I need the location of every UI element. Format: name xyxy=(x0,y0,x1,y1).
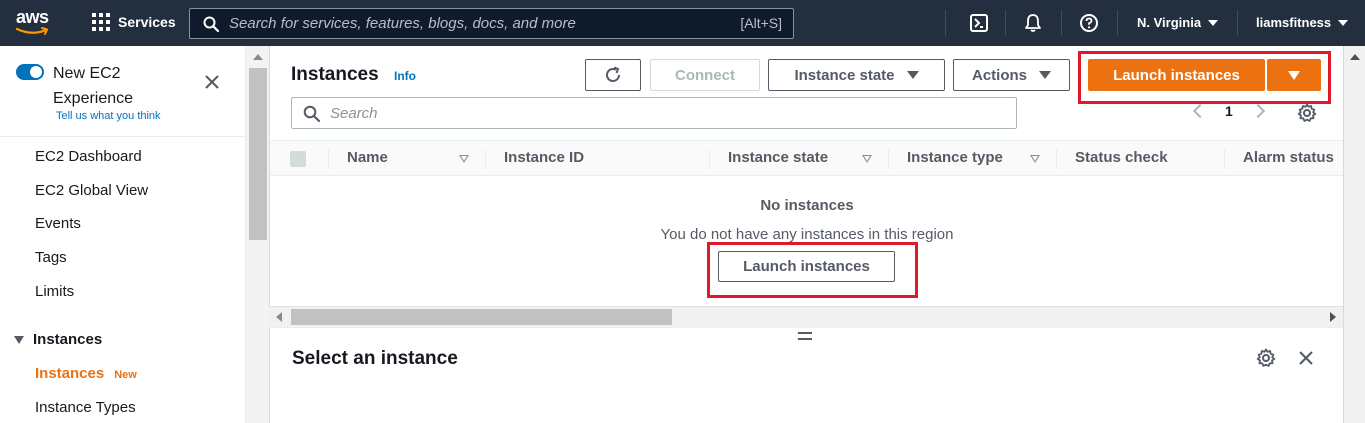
detail-panel-title: Select an instance xyxy=(292,348,458,369)
bell-icon[interactable] xyxy=(1023,13,1043,33)
sidebar-divider xyxy=(0,136,245,137)
column-divider xyxy=(485,149,486,169)
instances-panel: Instances Info Connect Instance state Ac… xyxy=(269,46,1344,306)
scroll-right-icon[interactable] xyxy=(1330,312,1336,322)
aws-logo-text: aws xyxy=(16,7,49,27)
column-header-name[interactable]: Name xyxy=(347,149,388,166)
caret-down-icon xyxy=(1208,19,1219,26)
new-experience-label: New EC2 Experience xyxy=(53,65,134,107)
sidebar-section-instances[interactable]: Instances xyxy=(14,331,102,348)
split-panel-resize-handle[interactable] xyxy=(798,332,812,340)
cloudshell-icon[interactable] xyxy=(969,13,989,33)
table-horizontal-scrollbar[interactable] xyxy=(269,306,1343,326)
grid-icon xyxy=(92,13,110,31)
scrollbar-thumb[interactable] xyxy=(249,68,267,240)
chevron-right-icon[interactable] xyxy=(1250,103,1265,119)
column-header-instance-type[interactable]: Instance type xyxy=(907,149,1003,166)
aws-smile-icon xyxy=(16,27,49,35)
close-icon[interactable] xyxy=(203,73,221,91)
gear-icon[interactable] xyxy=(1256,348,1276,368)
search-icon xyxy=(303,105,320,122)
select-all-checkbox[interactable] xyxy=(290,151,306,167)
services-menu-button[interactable]: Services xyxy=(92,13,176,31)
new-experience-toggle[interactable] xyxy=(16,64,44,80)
chevron-left-icon[interactable] xyxy=(1192,103,1208,119)
sidebar-scrollbar[interactable] xyxy=(245,46,269,423)
help-icon[interactable] xyxy=(1079,13,1099,33)
instances-table-header: Name Instance ID Instance state Instance… xyxy=(270,140,1344,176)
search-shortcut-hint: [Alt+S] xyxy=(740,15,782,31)
nav-divider xyxy=(945,10,946,36)
page-vertical-scrollbar[interactable] xyxy=(1343,46,1365,423)
account-label: liamsfitness xyxy=(1256,15,1332,30)
instance-filter-input[interactable] xyxy=(330,104,980,122)
scroll-up-icon[interactable] xyxy=(253,54,263,60)
column-header-alarm-status[interactable]: Alarm status xyxy=(1243,149,1334,166)
instance-filter[interactable] xyxy=(291,97,1017,129)
scroll-up-icon[interactable] xyxy=(1350,54,1360,60)
caret-down-icon xyxy=(1338,19,1349,26)
instance-detail-panel: Select an instance xyxy=(269,327,1343,423)
sidebar: New EC2 Experience Tell us what you thin… xyxy=(0,46,245,423)
column-divider xyxy=(709,149,710,169)
sidebar-item-tags[interactable]: Tags xyxy=(35,249,67,266)
annotation-highlight-box xyxy=(1078,51,1331,104)
new-badge: New xyxy=(114,369,137,381)
region-selector[interactable]: N. Virginia xyxy=(1137,15,1219,30)
feedback-link[interactable]: Tell us what you think xyxy=(56,110,161,122)
empty-state-title: No instances xyxy=(760,197,854,214)
instance-state-label: Instance state xyxy=(794,66,895,84)
sidebar-item-events[interactable]: Events xyxy=(35,215,81,232)
column-divider xyxy=(1056,149,1057,169)
empty-state-description: You do not have any instances in this re… xyxy=(660,226,954,243)
caret-down-icon xyxy=(906,71,919,79)
instance-state-dropdown[interactable]: Instance state xyxy=(768,59,945,91)
column-header-status-check[interactable]: Status check xyxy=(1075,149,1168,166)
close-icon[interactable] xyxy=(1297,349,1315,367)
column-header-instance-state[interactable]: Instance state xyxy=(728,149,828,166)
column-divider xyxy=(1224,149,1225,169)
connect-button[interactable]: Connect xyxy=(650,59,760,91)
sort-icon[interactable] xyxy=(1030,155,1040,163)
nav-divider xyxy=(1117,10,1118,36)
search-icon xyxy=(203,16,219,32)
actions-dropdown[interactable]: Actions xyxy=(953,59,1070,91)
account-menu[interactable]: liamsfitness xyxy=(1256,15,1349,30)
refresh-button[interactable] xyxy=(585,59,641,91)
page-number[interactable]: 1 xyxy=(1225,103,1233,119)
info-link[interactable]: Info xyxy=(394,69,416,83)
top-navigation: aws Services [Alt+S] N. Vir xyxy=(0,0,1365,46)
sort-icon[interactable] xyxy=(459,155,469,163)
column-divider xyxy=(888,149,889,169)
actions-label: Actions xyxy=(971,66,1027,84)
global-search-input[interactable] xyxy=(229,15,709,32)
caret-down-icon xyxy=(1039,71,1051,79)
services-label: Services xyxy=(118,14,176,30)
caret-down-icon xyxy=(14,335,24,344)
nav-divider xyxy=(1237,10,1238,36)
sidebar-item-label: Instances xyxy=(35,365,105,382)
sort-icon[interactable] xyxy=(862,155,872,163)
column-divider xyxy=(328,149,329,169)
refresh-icon xyxy=(606,66,620,82)
sidebar-item-instances[interactable]: Instances New xyxy=(35,365,137,382)
sidebar-item-instance-types[interactable]: Instance Types xyxy=(35,399,136,416)
page-title: Instances xyxy=(291,64,379,85)
sidebar-section-label: Instances xyxy=(33,331,103,348)
column-header-instance-id[interactable]: Instance ID xyxy=(504,149,584,166)
pagination: 1 xyxy=(1192,103,1265,119)
nav-divider xyxy=(1061,10,1062,36)
sidebar-item-ec2-global-view[interactable]: EC2 Global View xyxy=(35,182,148,199)
region-label: N. Virginia xyxy=(1137,15,1202,30)
scrollbar-thumb[interactable] xyxy=(291,309,672,325)
annotation-highlight-box xyxy=(707,242,918,298)
gear-icon[interactable] xyxy=(1297,103,1317,123)
global-search-bar[interactable]: [Alt+S] xyxy=(189,8,794,39)
aws-logo[interactable]: aws xyxy=(16,8,56,38)
sidebar-item-limits[interactable]: Limits xyxy=(35,283,74,300)
scroll-left-icon[interactable] xyxy=(276,312,282,322)
sidebar-item-ec2-dashboard[interactable]: EC2 Dashboard xyxy=(35,148,142,165)
nav-divider xyxy=(1005,10,1006,36)
main-content: Instances Info Connect Instance state Ac… xyxy=(269,46,1365,423)
